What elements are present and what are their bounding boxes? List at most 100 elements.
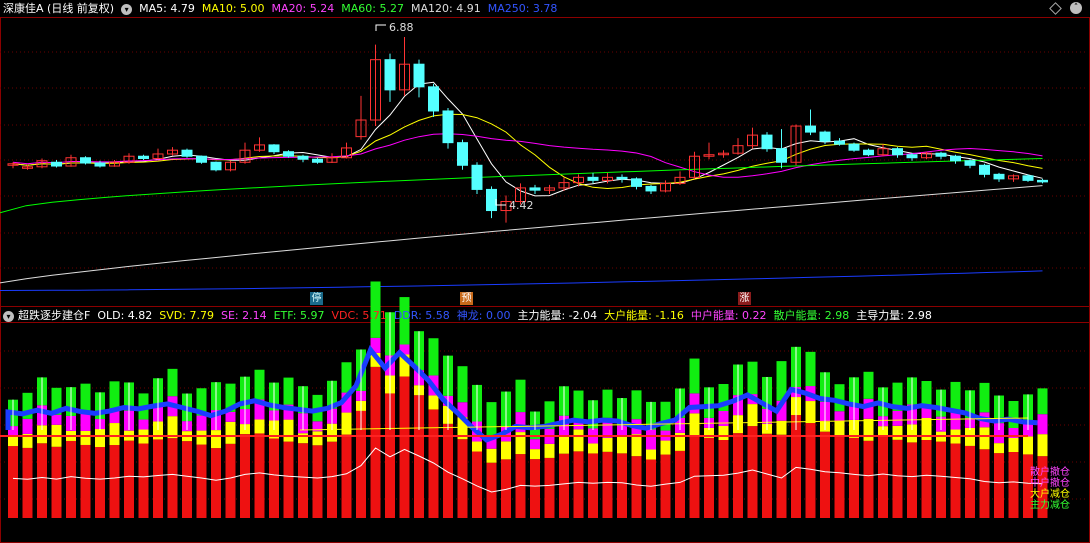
indicator-bar	[254, 419, 265, 434]
indicator-bar	[486, 402, 497, 439]
indicator-bar	[196, 430, 207, 445]
indicator-bar	[109, 423, 120, 446]
ma5-line	[12, 81, 1043, 197]
chevron-up-icon[interactable]: ˄	[1070, 2, 1082, 14]
indicator-bar	[341, 362, 352, 393]
indicator-bar	[515, 379, 526, 413]
candle-body	[384, 59, 396, 91]
indicator-bar	[950, 443, 961, 518]
candle-body	[80, 157, 91, 164]
indicator-bar	[660, 440, 671, 455]
indicator-bar	[689, 393, 700, 414]
sanhu-value: 散户能量: 2.98	[773, 309, 850, 322]
indicator-bar	[979, 449, 990, 518]
indicator-bar	[979, 427, 990, 450]
candle-body	[616, 176, 628, 180]
candle-body	[486, 188, 497, 212]
indicator-bar	[863, 440, 874, 518]
indicator-bar	[1037, 414, 1048, 435]
candle-body	[645, 185, 657, 192]
indicator-header: ▾ 超跌逐步建仓F OLD: 4.82 SVD: 7.79 SE: 2.14 ETF: 5…	[0, 307, 939, 325]
indicator-bar	[878, 436, 888, 518]
high-marker-icon	[375, 24, 386, 31]
indicator-bar	[849, 437, 859, 518]
candle-body	[312, 158, 323, 163]
indicator-bar	[660, 401, 671, 431]
indicator-bar	[805, 423, 816, 518]
indicator-bar	[225, 411, 236, 422]
indicator-bar	[501, 441, 511, 460]
indicator-bar	[805, 351, 816, 387]
indicator-bar	[80, 383, 91, 411]
chevron-down-icon[interactable]: ▾	[121, 3, 133, 15]
side-label-zhuli: 主力减仓	[1030, 500, 1070, 511]
shenlong-value: 神龙: 0.00	[456, 309, 511, 322]
indicator-bar	[588, 443, 598, 454]
candle-body	[471, 164, 483, 190]
stock-chart-frame: 6.88 4.42	[0, 17, 1090, 543]
high-price-label: 6.88	[389, 21, 414, 34]
indicator-bar	[8, 436, 18, 447]
etf-value: ETF: 5.97	[273, 309, 325, 322]
indicator-bar	[80, 430, 91, 445]
indicator-bar	[646, 429, 656, 450]
old-line	[12, 447, 1043, 493]
indicator-bar	[283, 419, 294, 442]
candle-body	[1037, 179, 1048, 183]
candle-body	[457, 142, 468, 166]
candle-body	[181, 149, 193, 157]
indicator-bar	[312, 445, 323, 518]
candle-body	[950, 155, 961, 162]
indicator-bar	[747, 426, 758, 518]
indicator-bar	[8, 446, 18, 518]
signal-tag-yu[interactable]: 预	[460, 292, 473, 305]
indicator-bar	[602, 389, 613, 418]
se-value: SE: 2.14	[220, 309, 267, 322]
indicator-bar	[834, 435, 845, 518]
indicator-bar	[486, 448, 497, 463]
ma250-line	[0, 270, 1043, 291]
indicator-bar	[631, 390, 642, 420]
indicator-bar	[617, 453, 627, 518]
indicator-bar	[733, 433, 743, 518]
indicator-bar	[544, 457, 555, 518]
indicator-bar	[80, 444, 91, 518]
candle-body	[587, 176, 599, 181]
indicator-bar	[472, 441, 482, 452]
dahu-value: 大户能量: -1.16	[604, 309, 684, 322]
indicator-bar	[37, 443, 47, 518]
candle-body	[761, 134, 773, 150]
ma120-value: MA120: 4.91	[410, 2, 481, 15]
candle-body	[210, 161, 222, 171]
candle-body	[631, 178, 642, 187]
indicator-bar	[167, 368, 178, 397]
indicator-bar	[167, 416, 178, 439]
side-legend: 散户撤仓 中户撤仓 大户减仓 主力减仓	[1030, 467, 1082, 511]
indicator-bar	[138, 443, 149, 518]
indicator-bar	[1023, 436, 1033, 455]
indicator-bar	[138, 419, 149, 430]
ma20-line	[12, 133, 1043, 178]
candlestick-series[interactable]	[7, 37, 1048, 223]
signal-tag-ting[interactable]: 停	[310, 292, 323, 305]
indicator-bar	[1037, 434, 1048, 457]
indicator-bar	[936, 441, 946, 518]
indicator-name[interactable]: 超跌逐步建仓F	[18, 309, 90, 322]
indicator-bar	[892, 439, 903, 518]
indicator-bar	[617, 435, 627, 454]
indicator-bar	[863, 371, 874, 399]
signal-tag-zhang[interactable]: 涨	[738, 292, 751, 305]
indicator-bar	[718, 426, 729, 440]
indicator-bar	[370, 366, 381, 518]
chevron-down-icon[interactable]: ▾	[3, 310, 14, 322]
candle-body	[283, 151, 294, 157]
low-price-label: 4.42	[509, 199, 534, 212]
indicator-bar	[646, 459, 656, 518]
indicator-bar	[254, 369, 265, 400]
indicator-bar	[994, 453, 1004, 518]
indicator-bar	[689, 358, 700, 394]
indicator-bar	[530, 449, 540, 460]
side-label-sanhu: 散户撤仓	[1030, 467, 1070, 478]
stock-title[interactable]: 深康佳A (日线 前复权)	[3, 2, 114, 15]
candle-body	[834, 140, 845, 145]
